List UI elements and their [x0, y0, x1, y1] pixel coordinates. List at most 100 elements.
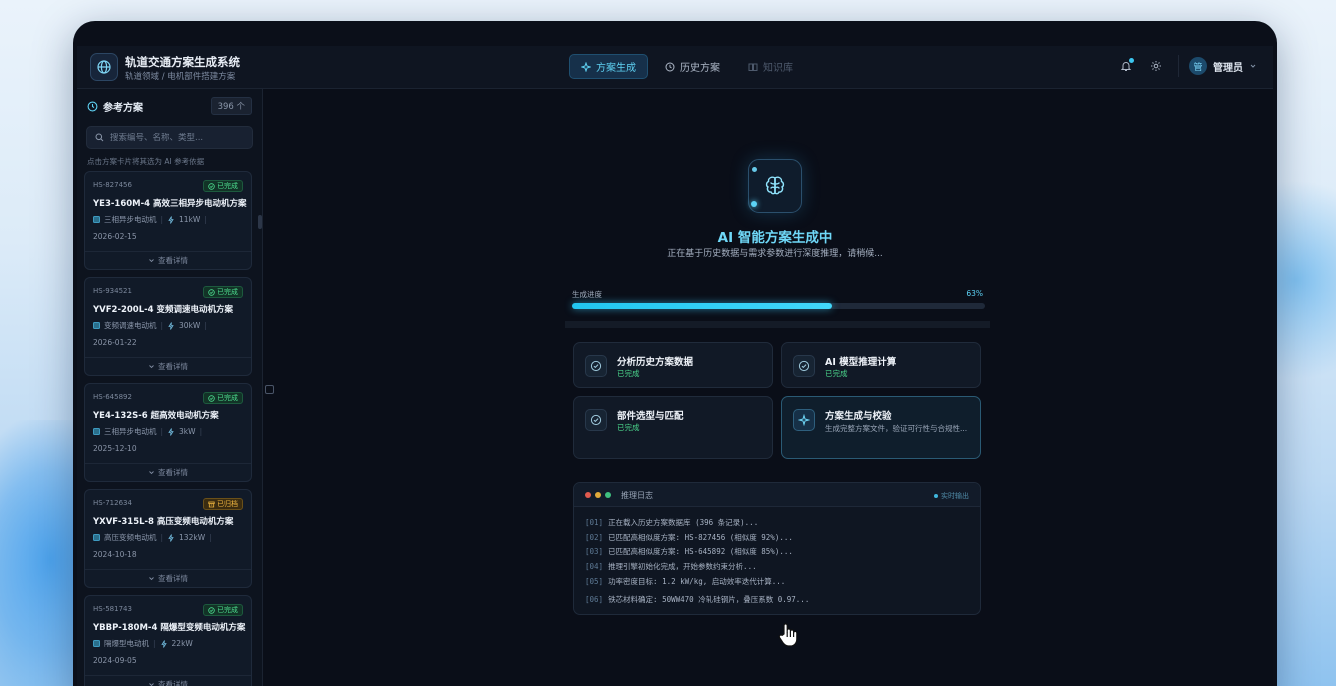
pulse-dot	[751, 201, 757, 207]
plan-count-badge: 396 个	[210, 97, 252, 115]
log-line-number: [01]	[585, 518, 604, 527]
live-dot	[934, 494, 938, 498]
hand-cursor-icon	[777, 622, 801, 652]
sidebar-hint: 点击方案卡片将其选为 AI 参考依据	[87, 157, 205, 166]
check-circle-icon	[208, 182, 215, 190]
plan-card[interactable]: HS-581743 已完成 YBBP-180M-4 隔爆型变频电动机方案 隔爆型…	[84, 595, 252, 686]
status-badge: 已归档	[203, 498, 243, 510]
step-title: 方案生成与校验	[825, 411, 892, 422]
step-icon	[585, 355, 607, 377]
avatar: 管	[1189, 57, 1207, 75]
plan-card[interactable]: HS-827456 已完成 YE3-160M-4 高效三相异步电动机方案 三相异…	[84, 171, 252, 270]
status-badge: 已完成	[203, 392, 243, 404]
motor-power: 30kW	[179, 321, 201, 330]
lightning-icon	[168, 533, 174, 542]
step-card: AI 模型推理计算 已完成	[781, 342, 981, 388]
check-circle-icon	[590, 360, 602, 372]
sparkle-icon	[581, 61, 591, 72]
user-menu[interactable]: 管 管理员	[1178, 55, 1257, 77]
plan-meta: 变频调速电动机 | 30kW |	[93, 320, 207, 331]
search-icon	[95, 133, 104, 142]
notifications-button[interactable]	[1118, 58, 1134, 74]
gear-icon	[1151, 61, 1161, 71]
window-dot-yellow	[595, 492, 601, 498]
motor-power: 22kW	[171, 639, 193, 648]
generation-title: AI 智能方案生成中	[717, 230, 833, 246]
motor-type: 三相异步电动机	[104, 215, 157, 224]
detail-label: 查看详情	[158, 680, 188, 686]
plan-date: 2025-12-10	[93, 444, 137, 453]
plan-code: HS-712634	[93, 499, 132, 507]
sidebar-title: 参考方案	[103, 102, 143, 114]
plan-code: HS-934521	[93, 287, 132, 295]
chevron-down-icon	[149, 577, 154, 581]
plan-card[interactable]: HS-934521 已完成 YVF2-200L-4 变频调速电动机方案 变频调速…	[84, 277, 252, 376]
app-logo[interactable]	[90, 53, 118, 81]
motor-type: 隔爆型电动机	[104, 639, 149, 648]
log-line: [03] 已匹配高相似度方案: HS-645892 (相似度 85%)...	[585, 546, 793, 557]
chevron-down-icon	[149, 683, 154, 686]
status-badge: 已完成	[203, 180, 243, 192]
tab-knowledge-base[interactable]: 知识库	[737, 54, 804, 79]
search-input[interactable]	[110, 132, 240, 143]
check-circle-icon	[208, 606, 215, 614]
progress-label: 生成进度	[572, 290, 602, 299]
plan-meta: 隔爆型电动机 | 22kW	[93, 638, 193, 649]
log-line-number: [04]	[585, 562, 604, 571]
step-card: 分析历史方案数据 已完成	[573, 342, 773, 388]
step-title: 部件选型与匹配	[617, 411, 684, 422]
motor-type-icon	[93, 534, 100, 541]
sidebar-scrollbar[interactable]	[258, 215, 262, 229]
plan-card[interactable]: HS-712634 已归档 YXVF-315L-8 高压变频电动机方案 高压变频…	[84, 489, 252, 588]
log-line-number: [05]	[585, 577, 604, 586]
reference-sidebar: 参考方案 396 个 点击方案卡片将其选为 AI 参考依据 HS-827456 …	[77, 89, 263, 686]
plan-name: YE4-132S-6 超高效电动机方案	[93, 411, 219, 421]
live-output-indicator: 实时输出	[934, 491, 969, 501]
main-nav: 方案生成 历史方案 知识库	[569, 54, 804, 79]
view-detail-button[interactable]: 查看详情	[85, 251, 251, 269]
generation-subtitle: 正在基于历史数据与需求参数进行深度推理，请稍候...	[667, 249, 883, 259]
step-icon	[793, 409, 815, 431]
device-frame: 轨道交通方案生成系统 轨道领域 / 电机部件搭建方案 方案生成 历史方案 知识库…	[73, 21, 1277, 686]
plan-code: HS-581743	[93, 605, 132, 613]
motor-power: 132kW	[179, 533, 206, 542]
progress-divider	[565, 321, 990, 328]
app-title: 轨道交通方案生成系统	[125, 55, 240, 69]
globe-icon	[97, 60, 111, 74]
plan-name: YXVF-315L-8 高压变频电动机方案	[93, 517, 234, 527]
ai-brain-badge	[748, 159, 802, 213]
header-actions: 管 管理员	[1118, 55, 1257, 77]
app-breadcrumb: 轨道领域 / 电机部件搭建方案	[125, 72, 236, 82]
meta-divider: |	[204, 215, 207, 224]
detail-label: 查看详情	[158, 574, 188, 583]
meta-divider: |	[160, 533, 164, 542]
meta-divider: |	[160, 215, 164, 224]
tab-label: 方案生成	[596, 63, 636, 74]
log-line: [05] 功率密度目标: 1.2 kW/kg, 启动效率迭代计算...	[585, 576, 785, 587]
status-text: 已完成	[217, 606, 238, 614]
view-detail-button[interactable]: 查看详情	[85, 675, 251, 686]
motor-type-icon	[93, 322, 100, 329]
view-detail-button[interactable]: 查看详情	[85, 463, 251, 481]
motor-type: 高压变频电动机	[104, 533, 157, 542]
chevron-down-icon	[149, 471, 154, 475]
chevron-down-icon	[149, 365, 154, 369]
view-detail-button[interactable]: 查看详情	[85, 569, 251, 587]
clock-icon	[665, 62, 675, 71]
plan-name: YE3-160M-4 高效三相异步电动机方案	[93, 199, 247, 209]
lightning-icon	[160, 639, 167, 648]
tab-plan-generation[interactable]: 方案生成	[569, 54, 648, 79]
notification-dot	[1129, 58, 1134, 63]
tab-history-plans[interactable]: 历史方案	[654, 54, 731, 79]
status-text: 已完成	[217, 182, 238, 190]
top-header: 轨道交通方案生成系统 轨道领域 / 电机部件搭建方案 方案生成 历史方案 知识库…	[77, 46, 1273, 89]
view-detail-button[interactable]: 查看详情	[85, 357, 251, 375]
main-panel: AI 智能方案生成中 正在基于历史数据与需求参数进行深度推理，请稍候... 生成…	[263, 89, 1273, 686]
motor-type-icon	[93, 428, 100, 435]
plan-name: YVF2-200L-4 变频调速电动机方案	[93, 305, 234, 315]
plan-code: HS-827456	[93, 181, 132, 189]
detail-label: 查看详情	[158, 362, 188, 371]
settings-button[interactable]	[1148, 58, 1164, 74]
plan-card[interactable]: HS-645892 已完成 YE4-132S-6 超高效电动机方案 三相异步电动…	[84, 383, 252, 482]
progress-percent: 63%	[966, 289, 983, 298]
